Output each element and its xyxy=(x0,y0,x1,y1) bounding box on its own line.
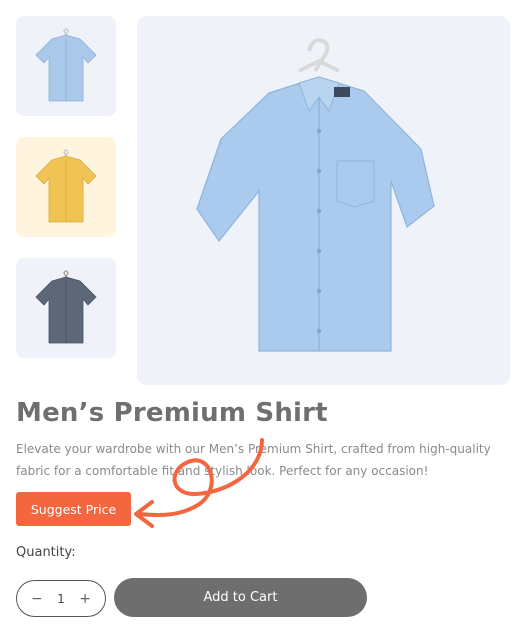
thumbnail-blue-shirt[interactable] xyxy=(16,16,116,116)
increase-quantity-button[interactable]: + xyxy=(79,591,91,607)
main-product-image xyxy=(137,16,510,385)
blue-shirt-image xyxy=(35,28,97,102)
quantity-value[interactable]: 1 xyxy=(57,592,65,606)
thumbnail-gray-shirt[interactable] xyxy=(16,258,116,358)
decrease-quantity-button[interactable]: − xyxy=(31,591,43,607)
product-title: Men’s Premium Shirt xyxy=(16,398,328,428)
quantity-label: Quantity: xyxy=(16,545,76,560)
suggest-price-button[interactable]: Suggest Price xyxy=(16,492,131,526)
yellow-shirt-image xyxy=(35,149,97,223)
quantity-stepper: − 1 + xyxy=(16,580,106,617)
product-description: Elevate your wardrobe with our Men’s Pre… xyxy=(16,442,491,478)
gray-shirt-image xyxy=(35,270,97,344)
blue-shirt-large-image xyxy=(195,37,435,352)
add-to-cart-button[interactable]: Add to Cart xyxy=(114,578,367,617)
thumbnail-yellow-shirt[interactable] xyxy=(16,137,116,237)
